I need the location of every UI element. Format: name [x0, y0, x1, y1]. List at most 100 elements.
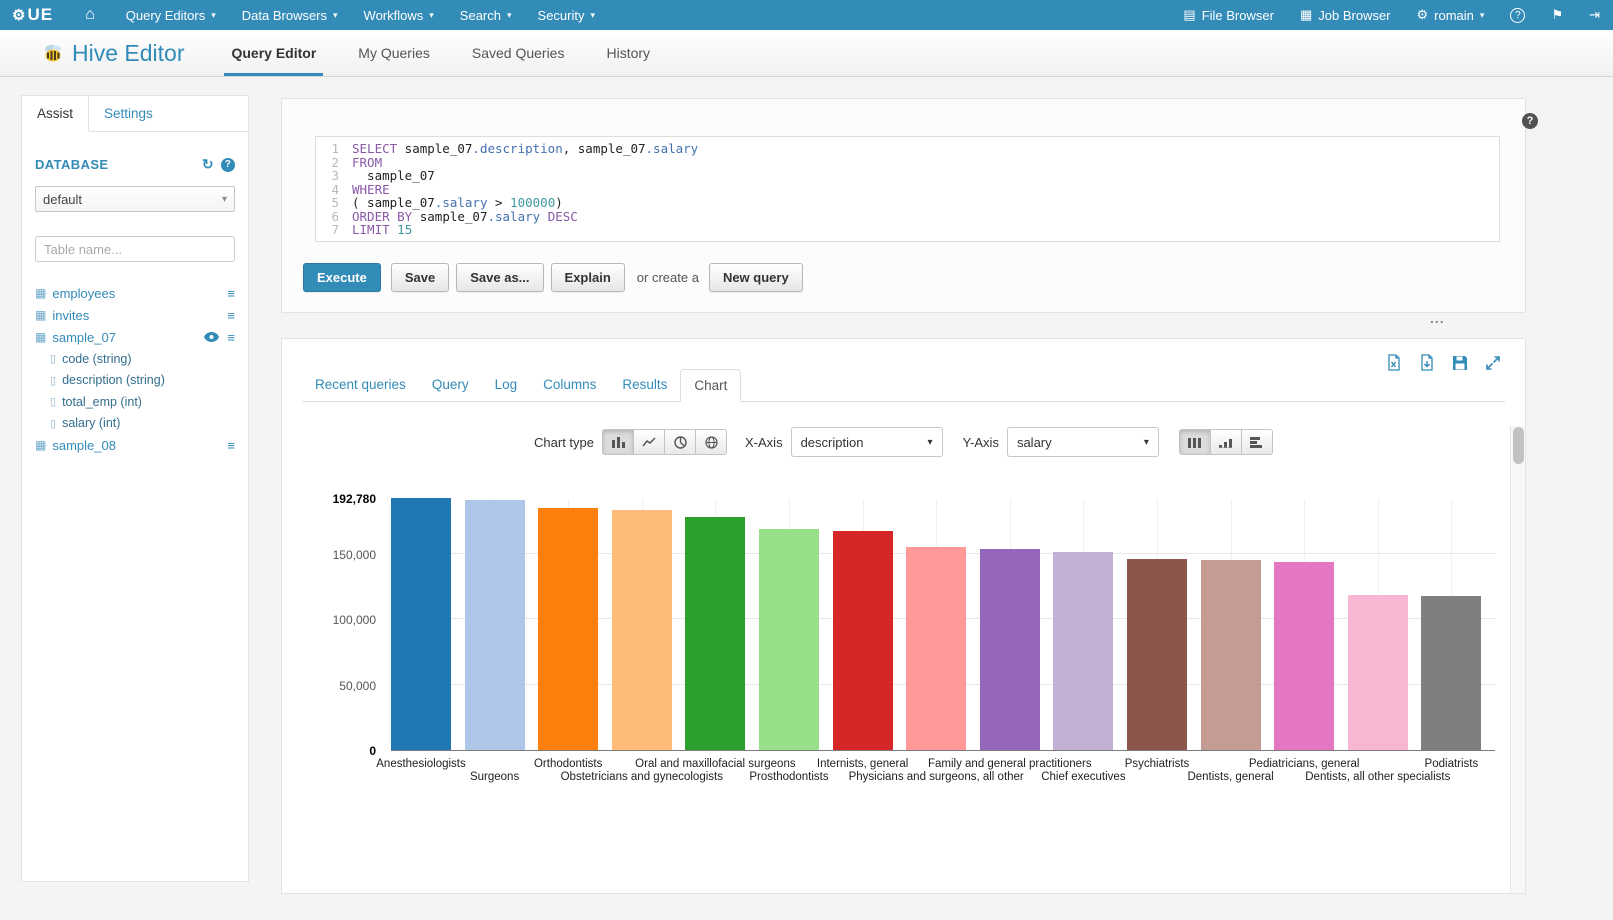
- user-menu[interactable]: ⚙ romain ▾: [1404, 0, 1498, 30]
- tab-recent-queries[interactable]: Recent queries: [302, 369, 419, 401]
- chart-bar-2[interactable]: [538, 508, 598, 750]
- line-number: 7: [316, 223, 339, 237]
- hue-logo[interactable]: ⚙UE: [0, 0, 67, 30]
- pie-chart-button[interactable]: [664, 429, 696, 455]
- app-title-link[interactable]: Hive Editor: [42, 40, 184, 67]
- chart-bar-1[interactable]: [465, 500, 525, 750]
- tab-query-editor[interactable]: Query Editor: [210, 30, 337, 76]
- column-icon: ▯: [50, 417, 56, 430]
- chart-bar-3[interactable]: [612, 510, 672, 750]
- tab-columns[interactable]: Columns: [530, 369, 609, 401]
- table-browse-icon[interactable]: ≡: [227, 309, 235, 322]
- table-icon: ▦: [35, 308, 46, 322]
- tab-results[interactable]: Results: [609, 369, 680, 401]
- feedback-button[interactable]: ⚑: [1538, 0, 1576, 30]
- tab-assist[interactable]: Assist: [22, 96, 89, 132]
- chart-bar-5[interactable]: [759, 529, 819, 750]
- column-link-code[interactable]: code (string): [62, 352, 131, 366]
- chart-bar-10[interactable]: [1127, 559, 1187, 750]
- menu-data-browsers[interactable]: Data Browsers ▾: [229, 0, 351, 30]
- tab-settings[interactable]: Settings: [89, 96, 168, 131]
- pie-chart-icon: [674, 436, 687, 449]
- chart-bar-13[interactable]: [1348, 595, 1408, 750]
- job-browser-button[interactable]: ▦ Job Browser: [1287, 0, 1404, 30]
- chart-bar-0[interactable]: [391, 498, 451, 750]
- stacked-bars-button[interactable]: [1210, 429, 1242, 455]
- x-axis-label: X-Axis: [745, 435, 783, 450]
- grouped-bars-button[interactable]: [1179, 429, 1211, 455]
- tab-my-queries[interactable]: My Queries: [337, 30, 451, 76]
- sql-editor[interactable]: 1234567 SELECT sample_07.description, sa…: [315, 136, 1500, 242]
- hue-logo-gear-icon: ⚙: [12, 6, 26, 24]
- refresh-icon[interactable]: ↻: [202, 156, 214, 173]
- x-tick-label: Podiatrists: [1425, 758, 1479, 770]
- explain-button[interactable]: Explain: [551, 263, 625, 292]
- tab-saved-queries[interactable]: Saved Queries: [451, 30, 586, 76]
- editor-buttons: Execute Save Save as... Explain or creat…: [303, 263, 803, 292]
- panel-resize-handle[interactable]: ...: [1430, 310, 1445, 326]
- database-label: DATABASE: [35, 157, 109, 172]
- chart-bar-4[interactable]: [685, 517, 745, 750]
- tab-chart[interactable]: Chart: [680, 369, 741, 402]
- line-number: 3: [316, 169, 339, 183]
- database-select[interactable]: default ▾: [35, 186, 235, 212]
- menu-security[interactable]: Security ▾: [525, 0, 609, 30]
- chart-bar-9[interactable]: [1053, 552, 1113, 750]
- chart-bar-14[interactable]: [1421, 596, 1481, 750]
- table-link-invites[interactable]: invites: [52, 308, 89, 323]
- y-tick-label: 50,000: [282, 679, 376, 693]
- logout-button[interactable]: ⇥: [1576, 0, 1613, 30]
- horizontal-bars-button[interactable]: [1241, 429, 1273, 455]
- tab-log[interactable]: Log: [482, 369, 531, 401]
- chart-bar-7[interactable]: [906, 547, 966, 750]
- menu-workflows[interactable]: Workflows ▾: [351, 0, 447, 30]
- chart-bar-8[interactable]: [980, 549, 1040, 750]
- hive-bee-icon: [42, 42, 64, 64]
- y-tick-label: 150,000: [282, 548, 376, 562]
- chart-bar-11[interactable]: [1201, 560, 1261, 750]
- save-as-button[interactable]: Save as...: [456, 263, 543, 292]
- app-title: Hive Editor: [72, 40, 184, 67]
- chart-plot: [391, 499, 1495, 751]
- line-chart-button[interactable]: [633, 429, 665, 455]
- tab-query[interactable]: Query: [419, 369, 482, 401]
- table-browse-icon[interactable]: ≡: [227, 331, 235, 344]
- table-link-sample-08[interactable]: sample_08: [52, 438, 116, 453]
- x-axis-select[interactable]: description ▾: [791, 427, 943, 457]
- file-browser-button[interactable]: ▤ File Browser: [1170, 0, 1287, 30]
- x-tick-label: Internists, general: [817, 758, 908, 770]
- tab-history[interactable]: History: [585, 30, 671, 76]
- editor-help-icon[interactable]: ?: [1522, 113, 1538, 129]
- chart-bar-12[interactable]: [1274, 562, 1334, 750]
- menu-label: Query Editors: [126, 8, 205, 23]
- new-query-button[interactable]: New query: [709, 263, 803, 292]
- preview-eye-icon[interactable]: [204, 332, 219, 342]
- table-row-sample-07: ▦ sample_07 ≡: [35, 326, 235, 348]
- menu-query-editors[interactable]: Query Editors ▾: [113, 0, 229, 30]
- help-button[interactable]: ?: [1497, 0, 1538, 30]
- column-link-description[interactable]: description (string): [62, 373, 165, 387]
- vertical-scrollbar[interactable]: [1510, 426, 1525, 893]
- column-icon: ▯: [50, 352, 56, 365]
- x-tick-label: Prosthodontists: [749, 771, 828, 783]
- scrollbar-thumb[interactable]: [1513, 427, 1524, 464]
- table-browse-icon[interactable]: ≡: [227, 439, 235, 452]
- sql-line: LIMIT 15: [352, 223, 698, 237]
- bar-chart-button[interactable]: [602, 429, 634, 455]
- home-button[interactable]: ⌂: [67, 0, 113, 30]
- save-button[interactable]: Save: [391, 263, 449, 292]
- table-link-employees[interactable]: employees: [52, 286, 115, 301]
- column-link-total-emp[interactable]: total_emp (int): [62, 395, 142, 409]
- menu-search[interactable]: Search ▾: [447, 0, 525, 30]
- x-tick-label: Dentists, general: [1187, 771, 1273, 783]
- sql-line: ORDER BY sample_07.salary DESC: [352, 210, 698, 224]
- execute-button[interactable]: Execute: [303, 263, 381, 292]
- table-filter-input[interactable]: [35, 236, 235, 262]
- database-help-icon[interactable]: ?: [221, 158, 235, 172]
- y-axis-select[interactable]: salary ▾: [1007, 427, 1159, 457]
- column-link-salary[interactable]: salary (int): [62, 416, 120, 430]
- table-link-sample-07[interactable]: sample_07: [52, 330, 116, 345]
- map-chart-button[interactable]: [695, 429, 727, 455]
- table-browse-icon[interactable]: ≡: [227, 287, 235, 300]
- chart-bar-6[interactable]: [833, 531, 893, 750]
